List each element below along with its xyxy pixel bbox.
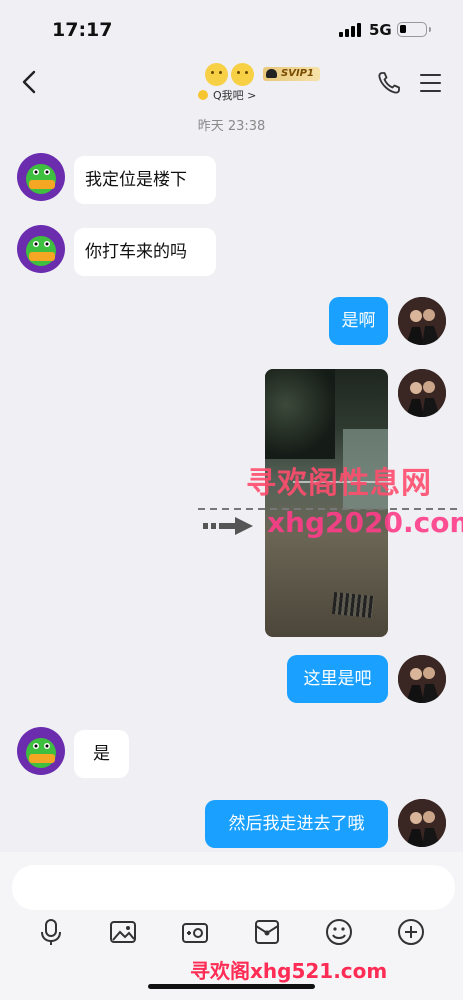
user-avatar[interactable] [398, 655, 446, 703]
user-avatar[interactable] [398, 297, 446, 345]
emoji-icon[interactable] [325, 918, 353, 946]
status-emoji-icon [198, 90, 208, 100]
network-label: 5G [369, 21, 392, 39]
message-bubble-incoming[interactable]: 是 [74, 730, 129, 778]
signal-icon [339, 23, 363, 37]
contact-avatar[interactable] [17, 153, 65, 201]
chevron-left-icon[interactable] [18, 68, 42, 96]
image-icon[interactable] [109, 918, 137, 946]
chat-header: SVIP1 Q我吧 > [0, 56, 463, 110]
message-bubble-incoming[interactable]: 你打车来的吗 [74, 228, 216, 276]
message-image[interactable] [265, 369, 388, 637]
microphone-icon[interactable] [37, 918, 65, 946]
smiley-face-icon [231, 62, 254, 86]
watermark-bottom: 寻欢阁xhg521.com [190, 959, 388, 983]
add-icon[interactable] [397, 918, 425, 946]
status-bar: 17:17 5G [0, 0, 463, 56]
watermark-middle: xhg2020.com [267, 506, 463, 539]
contact-avatar[interactable] [17, 727, 65, 775]
contact-status[interactable]: Q我吧 > [198, 87, 256, 103]
photo-drain-grate [331, 591, 375, 619]
battery-icon [397, 22, 431, 37]
status-time: 17:17 [52, 19, 113, 41]
user-avatar[interactable] [398, 369, 446, 417]
contact-subtitle: Q我吧 > [213, 89, 257, 102]
message-bubble-outgoing[interactable]: 这里是吧 [287, 655, 388, 703]
arrow-right-icon [203, 517, 253, 535]
menu-icon[interactable] [418, 72, 442, 94]
message-bubble-incoming[interactable]: 我定位是楼下 [74, 156, 216, 204]
camera-icon[interactable] [181, 918, 209, 946]
message-bubble-outgoing[interactable]: 然后我走进去了哦 [205, 800, 388, 848]
red-packet-icon[interactable] [253, 918, 281, 946]
contact-title[interactable]: SVIP1 [205, 61, 320, 87]
contact-avatar[interactable] [17, 225, 65, 273]
home-indicator[interactable] [148, 984, 315, 989]
photo-tree [265, 369, 335, 459]
message-input[interactable] [12, 865, 455, 910]
svip-badge: SVIP1 [263, 67, 320, 81]
message-bubble-outgoing[interactable]: 是啊 [329, 297, 388, 345]
phone-icon[interactable] [376, 70, 402, 96]
chat-timestamp: 昨天 23:38 [197, 119, 266, 134]
user-avatar[interactable] [398, 799, 446, 847]
watermark-top: 寻欢阁性息网 [246, 466, 432, 501]
smiley-face-icon [205, 62, 228, 86]
